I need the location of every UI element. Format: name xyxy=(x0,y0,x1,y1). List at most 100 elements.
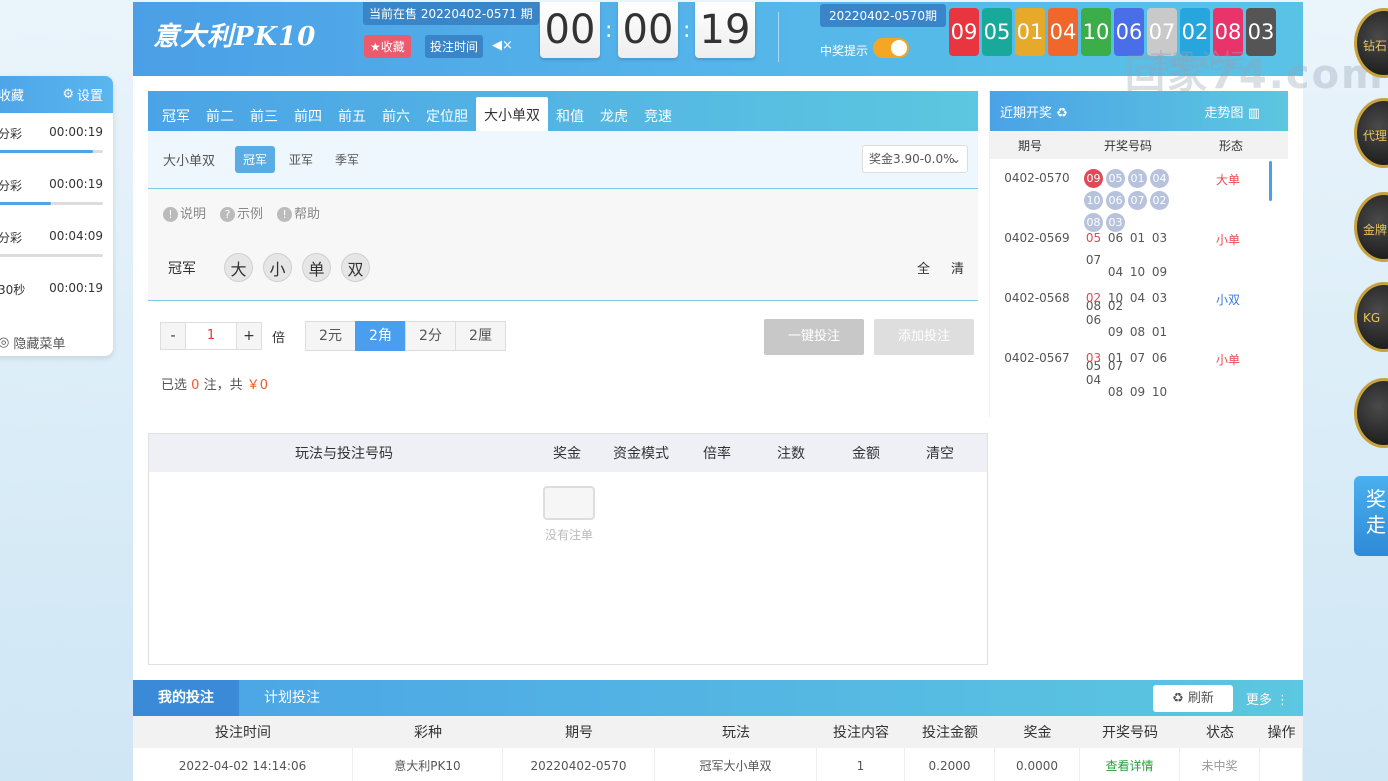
example-link[interactable]: ? 示例 xyxy=(220,203,263,222)
recent-number: 05 xyxy=(1085,231,1102,245)
tab-my-bets[interactable]: 我的投注 xyxy=(133,680,239,716)
view-detail-link[interactable]: 查看详情 xyxy=(1080,747,1180,781)
my-bets-column: 开奖号码 xyxy=(1102,725,1158,741)
pick-ball-small[interactable]: 小 xyxy=(263,253,292,282)
subtab-third[interactable]: 季军 xyxy=(327,146,367,173)
clear-pick-button[interactable]: 清 xyxy=(951,258,964,277)
pick-position-label: 冠军 xyxy=(168,260,196,277)
my-bets-column: 奖金 xyxy=(1023,725,1052,741)
play-tab[interactable]: 大小单双 xyxy=(476,97,548,131)
quick-bet-button[interactable]: 一键投注 xyxy=(764,319,864,355)
tab-plan-bets[interactable]: 计划投注 xyxy=(239,680,345,716)
side-badge-agent[interactable]: 代理 xyxy=(1354,98,1388,168)
trend-chart-link[interactable]: 走势图 ▥ xyxy=(1205,102,1260,121)
recent-number: 08 xyxy=(1107,385,1124,399)
side-award-banner[interactable]: 奖走 xyxy=(1354,476,1388,556)
recent-number: 02 xyxy=(1150,191,1169,210)
recent-number: 09 xyxy=(1084,169,1103,188)
more-button[interactable]: 更多 ⋮ xyxy=(1246,689,1289,708)
table-cell: 0.2000 xyxy=(905,747,995,781)
help-link[interactable]: ! 帮助 xyxy=(277,203,320,222)
inbox-icon xyxy=(543,486,595,520)
recent-draws-title: 近期开奖 ♻ xyxy=(1000,105,1068,121)
recent-issue: 0402-0570 xyxy=(1004,171,1070,185)
bet-panel: 冠军 前二 前三 前四 前五 前六 定位胆 大小单双 和值 龙虎 竞速 大小单双 冠军 亚军 季军 … xyxy=(148,91,978,417)
unit-li[interactable]: 2厘 xyxy=(455,321,506,351)
side-badge-gold[interactable]: 金牌 xyxy=(1354,192,1388,262)
favorite-button[interactable]: ★收藏 xyxy=(364,35,411,58)
table-cell: 0.0000 xyxy=(995,747,1080,781)
side-badge-5[interactable] xyxy=(1354,378,1388,448)
subtab-group-label: 大小单双 xyxy=(163,154,216,169)
favorite-item[interactable]: 分彩 00:04:09 xyxy=(0,217,113,269)
selected-count: 0 xyxy=(191,378,200,393)
play-tab[interactable]: 前三 xyxy=(242,103,286,131)
unit-jiao[interactable]: 2角 xyxy=(355,321,406,351)
play-tab[interactable]: 龙虎 xyxy=(592,103,636,131)
mute-icon[interactable]: ◀× xyxy=(492,38,513,53)
recent-number: 06 xyxy=(1151,351,1168,365)
play-tab[interactable]: 和值 xyxy=(548,103,592,131)
select-all-button[interactable]: 全 xyxy=(917,258,930,277)
recent-form: 大单 xyxy=(1215,173,1240,187)
favorite-item[interactable]: 分彩 00:00:19 xyxy=(0,113,113,165)
hide-menu-button[interactable]: ◎ 隐藏菜单 xyxy=(0,321,113,356)
game-logo: 意大利PK10 xyxy=(153,22,317,52)
pick-ball-even[interactable]: 双 xyxy=(341,253,370,282)
favorite-item[interactable]: 30秒 00:00:19 xyxy=(0,269,113,321)
play-tab[interactable]: 定位胆 xyxy=(418,103,476,131)
play-tab[interactable]: 前四 xyxy=(286,103,330,131)
unit-yuan[interactable]: 2元 xyxy=(305,321,356,351)
my-bets-column: 投注内容 xyxy=(833,725,889,741)
play-tab[interactable]: 冠军 xyxy=(154,103,198,131)
refresh-button[interactable]: ♻ 刷新 xyxy=(1153,685,1233,712)
recent-draws-panel: 近期开奖 ♻ 走势图 ▥ 期号 开奖号码 形态 0402-0570 09 05 01 0… xyxy=(989,91,1288,417)
explain-link[interactable]: ! 说明 xyxy=(163,203,206,222)
play-tab[interactable]: 竞速 xyxy=(636,103,680,131)
recent-number: 06 xyxy=(1107,231,1124,245)
pick-ball-big[interactable]: 大 xyxy=(224,253,253,282)
recent-number: 10 xyxy=(1084,191,1103,210)
favorites-header: 收藏 ⚙ 设置 xyxy=(0,76,113,113)
draw-ball: 01 xyxy=(1015,8,1045,56)
subtab-second[interactable]: 亚军 xyxy=(281,146,321,173)
recent-number: 04 xyxy=(1085,373,1102,387)
star-icon: ★ xyxy=(370,40,381,54)
exclamation-icon: ! xyxy=(277,206,293,222)
recent-number: 10 xyxy=(1151,385,1168,399)
side-badge-kg[interactable]: KG xyxy=(1354,282,1388,352)
chevron-down-icon: ⌄ xyxy=(950,152,961,166)
recent-number: 06 xyxy=(1106,191,1125,210)
multiplier-plus-button[interactable]: + xyxy=(236,322,262,350)
recent-number: 04 xyxy=(1107,265,1124,279)
bet-slip-header: 玩法与投注号码 奖金 资金模式 倍率 注数 金额 清空 xyxy=(149,434,987,472)
unit-selector: 2元 2角 2分 2厘 xyxy=(305,321,506,351)
clear-all-button[interactable]: 清空 xyxy=(897,443,983,463)
recent-number: 09 xyxy=(1107,325,1124,339)
recent-form: 小单 xyxy=(1215,353,1240,367)
recent-number: 04 xyxy=(1129,291,1146,305)
countdown-minutes: 00 xyxy=(618,2,678,58)
prize-select[interactable]: 奖金3.90-0.0% ⌄ xyxy=(862,145,968,173)
recent-number: 03 xyxy=(1151,231,1168,245)
subtab-champion[interactable]: 冠军 xyxy=(235,146,276,173)
favorite-item[interactable]: 分彩 00:00:19 xyxy=(0,165,113,217)
recent-draw-row: 0402-0569 05 06 01 03 07 04 10 09 08 02 小单 xyxy=(990,219,1288,313)
unit-fen[interactable]: 2分 xyxy=(405,321,456,351)
play-tab[interactable]: 前五 xyxy=(330,103,374,131)
countdown-bar xyxy=(0,150,103,153)
win-alert-toggle[interactable] xyxy=(873,38,909,58)
pick-ball-odd[interactable]: 单 xyxy=(302,253,331,282)
multiplier-minus-button[interactable]: - xyxy=(160,322,186,350)
play-tab[interactable]: 前六 xyxy=(374,103,418,131)
recent-issue: 0402-0568 xyxy=(1004,291,1070,305)
refresh-icon: ♻ xyxy=(1172,691,1184,706)
play-tab[interactable]: 前二 xyxy=(198,103,242,131)
question-icon: ? xyxy=(220,206,236,222)
add-bet-button[interactable]: 添加投注 xyxy=(874,319,974,355)
multiplier-input[interactable]: 1 xyxy=(186,322,236,350)
settings-button[interactable]: ⚙ 设置 xyxy=(62,85,103,104)
scrollbar[interactable] xyxy=(1269,161,1272,201)
recent-draw-row: 0402-0570 09 05 01 04 10 06 07 02 08 03 大单 xyxy=(990,159,1288,232)
bet-time-button[interactable]: 投注时间 xyxy=(425,35,484,58)
